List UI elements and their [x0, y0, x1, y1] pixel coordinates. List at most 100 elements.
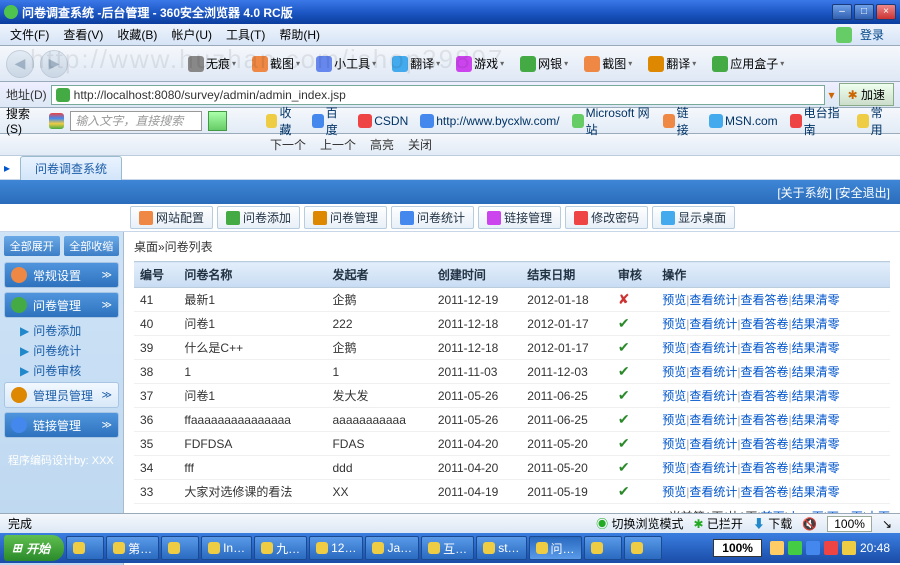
toolbar-item[interactable]: 截图 ▾ [580, 53, 636, 74]
system-tray[interactable]: 20:48 [764, 541, 896, 555]
op-link[interactable]: 结果清零 [792, 293, 840, 307]
check-icon[interactable]: ✔ [618, 483, 630, 499]
toolbar-item[interactable]: 翻译 ▾ [388, 53, 444, 74]
op-link[interactable]: 预览 [662, 485, 686, 499]
op-link[interactable]: 查看统计 [689, 341, 737, 355]
op-link[interactable]: 查看统计 [689, 317, 737, 331]
search-input[interactable]: 输入文字，直接搜索 [70, 111, 201, 131]
taskbar-button[interactable]: In… [201, 536, 252, 560]
bookmark-link[interactable]: 常用 [854, 104, 894, 138]
op-link[interactable]: 结果清零 [792, 365, 840, 379]
op-link[interactable]: 预览 [662, 389, 686, 403]
popup-blocked[interactable]: ✱ 已拦开 [693, 515, 742, 532]
search-button[interactable] [208, 111, 227, 131]
menu-item[interactable]: 文件(F) [4, 24, 55, 45]
taskbar-button[interactable] [624, 536, 662, 560]
toolbar-item[interactable]: 截图 ▾ [248, 53, 304, 74]
op-link[interactable]: 查看答卷 [741, 461, 789, 475]
menu-item[interactable]: 工具(T) [220, 24, 271, 45]
tray-icon[interactable] [842, 541, 856, 555]
op-link[interactable]: 查看统计 [689, 485, 737, 499]
check-icon[interactable]: ✔ [618, 459, 630, 475]
op-link[interactable]: 查看答卷 [741, 413, 789, 427]
toolbar-item[interactable]: 游戏 ▾ [452, 53, 508, 74]
bookmark-link[interactable]: http://www.bycxlw.com/ [417, 104, 562, 138]
forward-button[interactable]: ▶ [40, 50, 68, 78]
sidebar-subitem[interactable]: ▶ 问卷添加 [4, 322, 119, 339]
action-button[interactable]: 显示桌面 [652, 206, 735, 229]
about-link[interactable]: [关于系统] [777, 186, 832, 200]
cross-icon[interactable]: ✘ [618, 291, 630, 307]
taskbar-button[interactable]: 第… [106, 536, 159, 560]
download-mgr[interactable]: ⬇ 下载 [753, 515, 792, 532]
op-link[interactable]: 查看答卷 [741, 293, 789, 307]
check-icon[interactable]: ✔ [618, 315, 630, 331]
start-button[interactable]: ⊞ 开始 [4, 535, 64, 561]
taskbar-button[interactable]: 互… [421, 536, 474, 560]
op-link[interactable]: 结果清零 [792, 389, 840, 403]
toolbar-item[interactable]: 应用盒子 ▾ [708, 53, 788, 74]
find-prev[interactable]: 上一个 [320, 136, 356, 153]
toolbar-item[interactable]: 小工具 ▾ [312, 53, 380, 74]
op-link[interactable]: 预览 [662, 365, 686, 379]
login-link[interactable]: 登录 [830, 22, 896, 47]
op-link[interactable]: 查看统计 [689, 389, 737, 403]
tray-icon[interactable] [806, 541, 820, 555]
op-link[interactable]: 查看答卷 [741, 485, 789, 499]
app-tab[interactable]: 问卷调查系统 [20, 156, 122, 180]
op-link[interactable]: 查看答卷 [741, 365, 789, 379]
zoom-handle[interactable]: ↘ [882, 517, 892, 531]
op-link[interactable]: 预览 [662, 461, 686, 475]
tray-icon[interactable] [788, 541, 802, 555]
action-button[interactable]: 网站配置 [130, 206, 213, 229]
op-link[interactable]: 查看答卷 [741, 389, 789, 403]
op-link[interactable]: 预览 [662, 317, 686, 331]
find-next[interactable]: 下一个 [270, 136, 306, 153]
expand-all[interactable]: 全部展开 [4, 236, 60, 256]
bookmark-link[interactable]: Microsoft 网站 [569, 104, 654, 138]
op-link[interactable]: 结果清零 [792, 341, 840, 355]
check-icon[interactable]: ✔ [618, 339, 630, 355]
action-button[interactable]: 问卷管理 [304, 206, 387, 229]
bookmark-link[interactable]: CSDN [355, 104, 411, 138]
bookmark-link[interactable]: MSN.com [706, 104, 781, 138]
tab-toggle[interactable]: ▸ [0, 161, 14, 175]
action-button[interactable]: 问卷添加 [217, 206, 300, 229]
action-button[interactable]: 链接管理 [478, 206, 561, 229]
op-link[interactable]: 结果清零 [792, 437, 840, 451]
op-link[interactable]: 结果清零 [792, 317, 840, 331]
op-link[interactable]: 查看统计 [689, 413, 737, 427]
toolbar-item[interactable]: 网银 ▾ [516, 53, 572, 74]
ime-indicator[interactable]: 100% [713, 539, 762, 557]
op-link[interactable]: 预览 [662, 437, 686, 451]
taskbar-button[interactable]: st… [476, 536, 526, 560]
sidebar-item[interactable]: 常规设置≫ [4, 262, 119, 288]
check-icon[interactable]: ✔ [618, 435, 630, 451]
taskbar-button[interactable] [584, 536, 622, 560]
taskbar-button[interactable]: 九… [254, 536, 307, 560]
op-link[interactable]: 结果清零 [792, 461, 840, 475]
tray-icon[interactable] [770, 541, 784, 555]
address-input[interactable]: http://localhost:8080/survey/admin/admin… [51, 85, 825, 105]
taskbar-button[interactable]: Ja… [365, 536, 419, 560]
bookmark-link[interactable]: 链接 [660, 104, 700, 138]
menu-item[interactable]: 帮助(H) [273, 24, 326, 45]
op-link[interactable]: 结果清零 [792, 485, 840, 499]
sidebar-item[interactable]: 问卷管理≫ [4, 292, 119, 318]
mute-icon[interactable]: 🔇 [802, 517, 817, 531]
menu-item[interactable]: 收藏(B) [111, 24, 163, 45]
op-link[interactable]: 查看统计 [689, 461, 737, 475]
op-link[interactable]: 查看答卷 [741, 341, 789, 355]
op-link[interactable]: 查看答卷 [741, 317, 789, 331]
op-link[interactable]: 预览 [662, 293, 686, 307]
sidebar-subitem[interactable]: ▶ 问卷审核 [4, 362, 119, 379]
switch-mode[interactable]: ◉ 切换浏览模式 [596, 515, 683, 532]
menu-item[interactable]: 帐户(U) [165, 24, 218, 45]
close-button[interactable]: × [876, 4, 896, 20]
op-link[interactable]: 预览 [662, 341, 686, 355]
maximize-button[interactable]: □ [854, 4, 874, 20]
find-close[interactable]: 关闭 [408, 136, 432, 153]
logout-link[interactable]: [安全退出] [835, 186, 890, 200]
op-link[interactable]: 查看统计 [689, 293, 737, 307]
bookmark-link[interactable]: 电台指南 [787, 104, 848, 138]
